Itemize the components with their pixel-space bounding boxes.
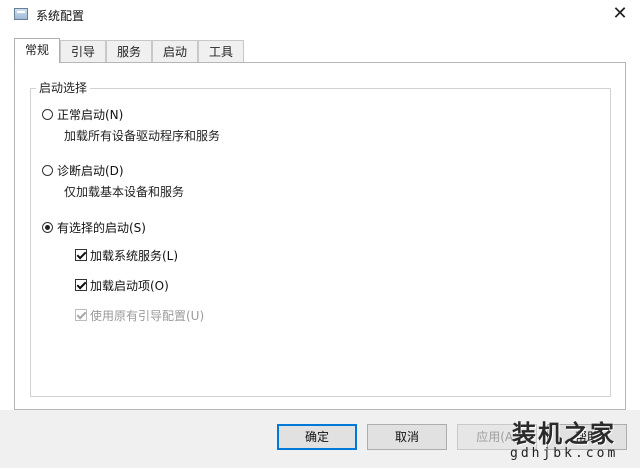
system-config-dialog: 系统配置 ✕ 常规 引导 服务 启动 工具 启动选择 正常启动(N) 加载所有设… bbox=[0, 0, 640, 468]
load-system-services-checkbox[interactable]: 加载系统服务(L) bbox=[75, 247, 178, 263]
watermark-url: gdhjbk.com bbox=[510, 446, 619, 461]
radio-unchecked-icon bbox=[42, 164, 53, 176]
normal-startup-desc: 加载所有设备驱动程序和服务 bbox=[64, 129, 221, 143]
system-config-icon bbox=[14, 8, 28, 20]
diagnostic-startup-label: 诊断启动(D) bbox=[57, 163, 124, 178]
checkbox-checked-disabled-icon bbox=[75, 309, 87, 321]
tab-services[interactable]: 服务 bbox=[106, 40, 152, 62]
radio-checked-icon bbox=[42, 221, 53, 233]
radio-unchecked-icon bbox=[42, 108, 53, 120]
close-icon: ✕ bbox=[612, 3, 628, 24]
checkbox-checked-icon bbox=[75, 279, 87, 291]
use-original-boot-config-checkbox: 使用原有引导配置(U) bbox=[75, 307, 204, 323]
selective-startup-label: 有选择的启动(S) bbox=[57, 220, 146, 235]
load-startup-items-checkbox[interactable]: 加载启动项(O) bbox=[75, 277, 169, 293]
tab-startup[interactable]: 启动 bbox=[152, 40, 198, 62]
use-original-boot-config-label: 使用原有引导配置(U) bbox=[90, 308, 205, 323]
cancel-button[interactable]: 取消 bbox=[367, 424, 447, 450]
checkbox-checked-icon bbox=[75, 249, 87, 261]
tab-boot[interactable]: 引导 bbox=[60, 40, 106, 62]
load-system-services-label: 加载系统服务(L) bbox=[90, 248, 179, 263]
group-title: 启动选择 bbox=[36, 79, 91, 96]
ok-button[interactable]: 确定 bbox=[277, 424, 357, 450]
normal-startup-label: 正常启动(N) bbox=[57, 107, 124, 122]
window-title: 系统配置 bbox=[36, 9, 85, 23]
diagnostic-startup-radio[interactable]: 诊断启动(D) bbox=[42, 162, 124, 178]
title-bar[interactable]: 系统配置 ✕ bbox=[0, 0, 640, 30]
selective-startup-radio[interactable]: 有选择的启动(S) bbox=[42, 219, 146, 235]
load-startup-items-label: 加载启动项(O) bbox=[90, 278, 169, 293]
normal-startup-radio[interactable]: 正常启动(N) bbox=[42, 106, 123, 122]
tab-general[interactable]: 常规 bbox=[14, 38, 60, 63]
tab-tools[interactable]: 工具 bbox=[198, 40, 244, 62]
close-button[interactable]: ✕ bbox=[606, 2, 634, 26]
diagnostic-startup-desc: 仅加载基本设备和服务 bbox=[64, 185, 185, 199]
watermark-logo: 装机之家 bbox=[512, 419, 616, 448]
